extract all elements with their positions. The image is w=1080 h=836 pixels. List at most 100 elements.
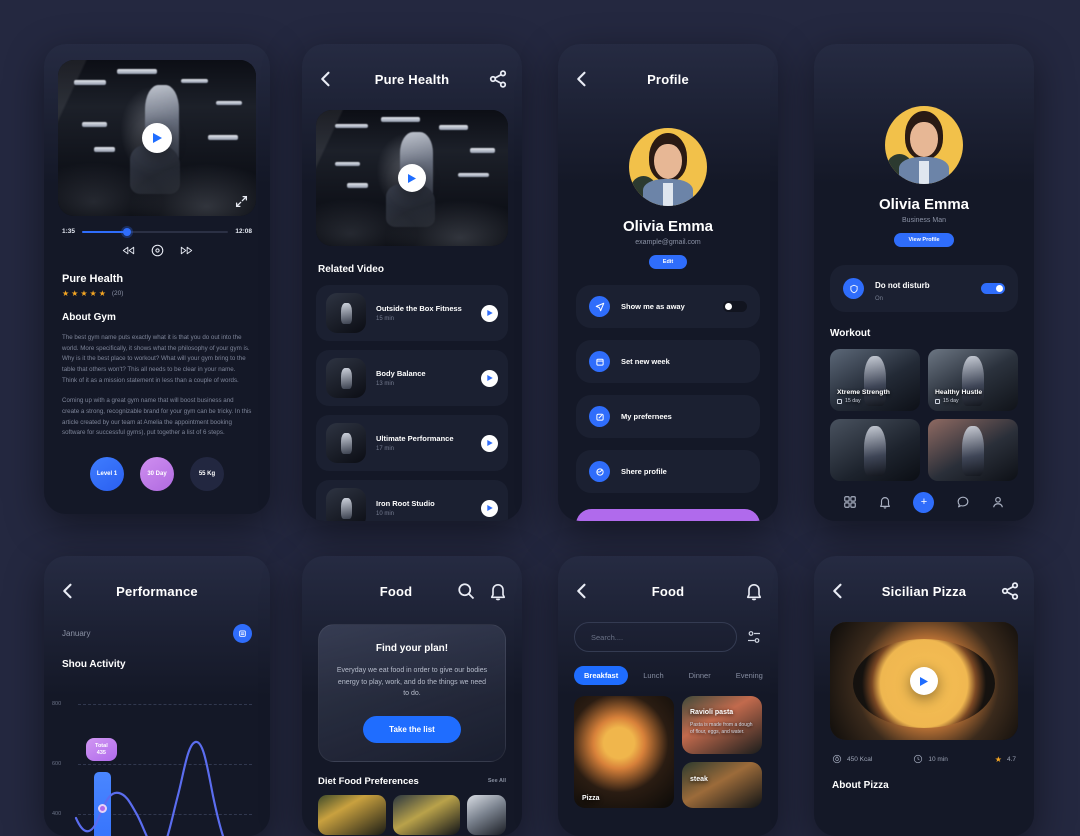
profile-name: Olivia Emma bbox=[878, 196, 970, 213]
bell-icon[interactable] bbox=[878, 495, 892, 509]
star-icon: ★ bbox=[994, 754, 1002, 764]
avatar[interactable] bbox=[885, 106, 963, 184]
food-card-steak[interactable]: steak bbox=[682, 762, 762, 808]
pill-level[interactable]: Level 1 bbox=[90, 456, 124, 491]
tab-breakfast[interactable]: Breakfast bbox=[574, 666, 629, 685]
pill-weight[interactable]: 55 Kg bbox=[190, 456, 224, 491]
stat-rating: ★ 4.7 bbox=[995, 755, 1016, 764]
plus-icon[interactable]: + bbox=[913, 491, 935, 513]
screens-board: 1:35 12:08 Pure Health ★ ★ ★ ★ ★ (20) Ab… bbox=[0, 0, 1080, 836]
back-chevron-icon[interactable] bbox=[572, 69, 592, 89]
option-my-preferences[interactable]: My prefernees bbox=[576, 395, 760, 438]
calendar-icon bbox=[837, 398, 842, 404]
food-card-ravioli[interactable]: Ravioli pasta Pasta is made from a dough… bbox=[682, 696, 762, 754]
play-icon[interactable] bbox=[481, 369, 498, 387]
pizza-video[interactable] bbox=[830, 622, 1018, 740]
star-icon: ★ bbox=[89, 289, 97, 298]
bell-icon[interactable] bbox=[488, 581, 508, 601]
record-icon[interactable] bbox=[151, 244, 164, 257]
workout-card[interactable]: Healthy Hustle 15 day bbox=[928, 349, 1018, 411]
list-item[interactable]: Outside the Box Fitness 15 min bbox=[316, 285, 508, 341]
pill-duration[interactable]: 30 Day bbox=[140, 456, 174, 491]
option-label: My prefernees bbox=[621, 412, 672, 421]
edit-button[interactable]: Edit bbox=[648, 255, 688, 269]
workout-duration: 15 day bbox=[943, 398, 959, 404]
option-set-new-week[interactable]: Set new week bbox=[576, 340, 760, 383]
page-title: Profile bbox=[647, 71, 689, 87]
play-icon[interactable] bbox=[481, 499, 498, 517]
video-title: Outside the Box Fitness bbox=[376, 304, 462, 313]
see-all-link[interactable]: See All bbox=[488, 778, 506, 784]
screen-workout: Olivia Emma Business Man View Profile Do… bbox=[814, 44, 1034, 521]
play-icon[interactable] bbox=[481, 304, 498, 322]
grid-icon[interactable] bbox=[843, 495, 857, 509]
share-icon[interactable] bbox=[1000, 581, 1020, 601]
back-chevron-icon[interactable] bbox=[572, 581, 592, 601]
view-profile-button[interactable]: View Profile bbox=[894, 233, 954, 247]
calendar-icon[interactable] bbox=[233, 624, 252, 643]
list-item[interactable]: Iron Root Studio 10 min bbox=[316, 480, 508, 521]
chart-datapoint[interactable] bbox=[98, 804, 107, 813]
month-label[interactable]: January bbox=[62, 629, 233, 638]
dnd-toggle[interactable] bbox=[981, 283, 1005, 294]
header: Pure Health bbox=[302, 62, 522, 96]
flame-icon bbox=[832, 754, 842, 764]
play-icon[interactable] bbox=[910, 667, 938, 695]
meal-tabs: Breakfast Lunch Dinner Evening bbox=[558, 652, 778, 685]
food-name: steak bbox=[690, 775, 708, 783]
food-card-pizza[interactable]: Pizza bbox=[574, 696, 674, 808]
find-your-plan-card: Find your plan! Everyday we eat food in … bbox=[318, 624, 506, 762]
progress-track[interactable] bbox=[82, 227, 229, 236]
workout-card[interactable] bbox=[830, 419, 920, 481]
send-icon bbox=[589, 296, 610, 317]
workout-card[interactable]: Xtreme Strength 15 day bbox=[830, 349, 920, 411]
list-item[interactable]: Body Balance 13 min bbox=[316, 350, 508, 406]
expand-icon[interactable] bbox=[235, 195, 248, 208]
search-icon[interactable] bbox=[456, 581, 476, 601]
related-video-title: Related Video bbox=[318, 264, 384, 275]
stat-value: 10 min bbox=[928, 755, 948, 763]
search-field[interactable] bbox=[591, 632, 720, 642]
back-chevron-icon[interactable] bbox=[316, 69, 336, 89]
play-icon[interactable] bbox=[142, 123, 172, 153]
share-icon bbox=[589, 461, 610, 482]
workout-title: Workout bbox=[830, 328, 871, 339]
option-show-me-as-away[interactable]: Show me as away bbox=[576, 285, 760, 328]
list-item[interactable]: Ultimate Performance 17 min bbox=[316, 415, 508, 471]
diet-food-thumb[interactable] bbox=[467, 794, 506, 835]
video-scrubber[interactable]: 1:35 12:08 bbox=[44, 216, 270, 236]
person-icon[interactable] bbox=[991, 495, 1005, 509]
logout-button[interactable]: Log Out bbox=[576, 509, 760, 521]
away-toggle[interactable] bbox=[723, 301, 747, 312]
rating-count: (20) bbox=[111, 289, 124, 297]
play-icon[interactable] bbox=[481, 434, 498, 452]
take-the-list-button[interactable]: Take the list bbox=[363, 715, 461, 743]
month-row: January bbox=[44, 608, 270, 643]
play-icon[interactable] bbox=[398, 164, 426, 192]
video-player[interactable] bbox=[58, 60, 256, 216]
back-chevron-icon[interactable] bbox=[58, 581, 78, 601]
chart-title: Shou Activity bbox=[62, 659, 126, 670]
diet-food-thumb[interactable] bbox=[318, 794, 386, 835]
option-share-profile[interactable]: Shere profile bbox=[576, 450, 760, 493]
chat-icon[interactable] bbox=[956, 495, 970, 509]
page-title: Food bbox=[651, 583, 685, 599]
bell-icon[interactable] bbox=[744, 581, 764, 601]
do-not-disturb-row[interactable]: Do not disturb On bbox=[830, 265, 1018, 312]
share-icon[interactable] bbox=[488, 69, 508, 89]
diet-food-thumb[interactable] bbox=[392, 794, 461, 835]
tab-evening[interactable]: Evening bbox=[726, 666, 773, 685]
workout-card[interactable] bbox=[928, 419, 1018, 481]
screen-food-plan: Food Find your plan! Everyday we eat foo… bbox=[302, 556, 522, 836]
back-chevron-icon[interactable] bbox=[828, 581, 848, 601]
avatar[interactable] bbox=[629, 128, 707, 206]
tab-lunch[interactable]: Lunch bbox=[633, 666, 673, 685]
rewind-icon[interactable] bbox=[122, 244, 135, 257]
tab-dinner[interactable]: Dinner bbox=[679, 666, 721, 685]
filter-icon[interactable] bbox=[746, 629, 762, 645]
video-player[interactable] bbox=[316, 110, 508, 246]
option-label: Shere profile bbox=[621, 467, 667, 476]
search-input[interactable] bbox=[574, 622, 737, 652]
diet-preferences-header: Diet Food Preferences See All bbox=[302, 762, 522, 787]
forward-icon[interactable] bbox=[180, 244, 193, 257]
